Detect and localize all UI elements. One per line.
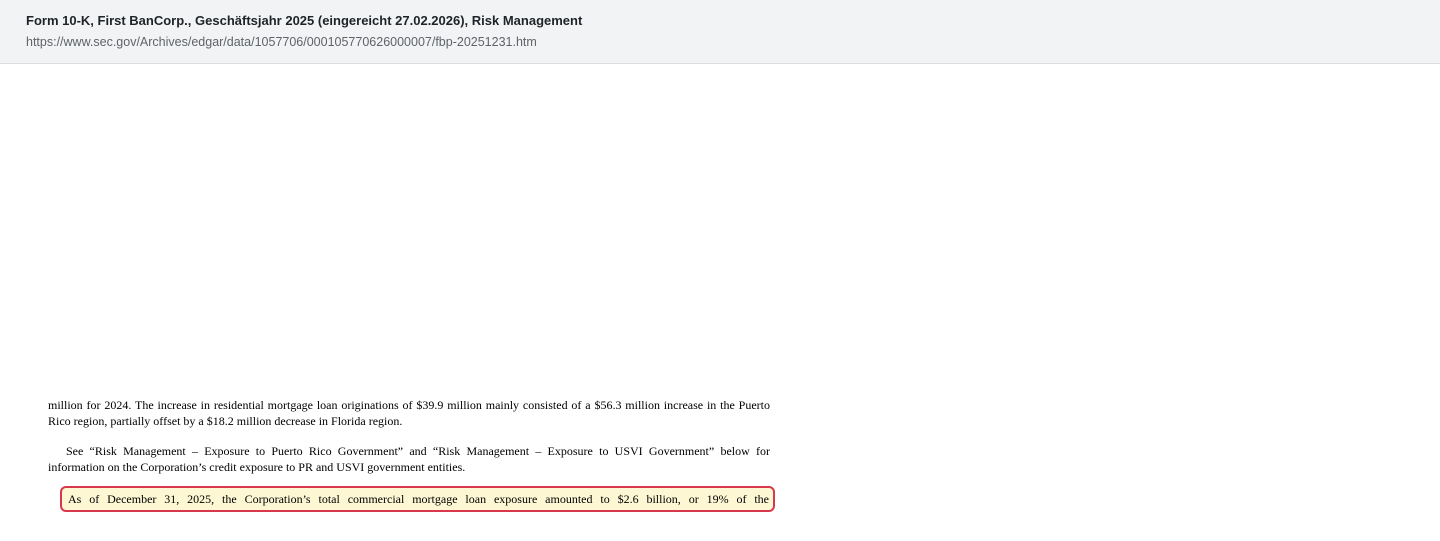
paragraph-mortgage-originations: million for 2024. The increase in reside…: [48, 398, 770, 428]
document-body: million for 2024. The increase in reside…: [48, 398, 770, 475]
highlighted-passage-text: As of December 31, 2025, the Corporation…: [68, 492, 769, 506]
document-title: Form 10-K, First BanCorp., Geschäftsjahr…: [26, 13, 583, 28]
paragraph-government-exposure: See “Risk Management – Exposure to Puert…: [48, 444, 770, 474]
highlighted-passage: As of December 31, 2025, the Corporation…: [60, 486, 775, 512]
document-header: Form 10-K, First BanCorp., Geschäftsjahr…: [0, 0, 1440, 64]
document-url[interactable]: https://www.sec.gov/Archives/edgar/data/…: [26, 35, 537, 49]
